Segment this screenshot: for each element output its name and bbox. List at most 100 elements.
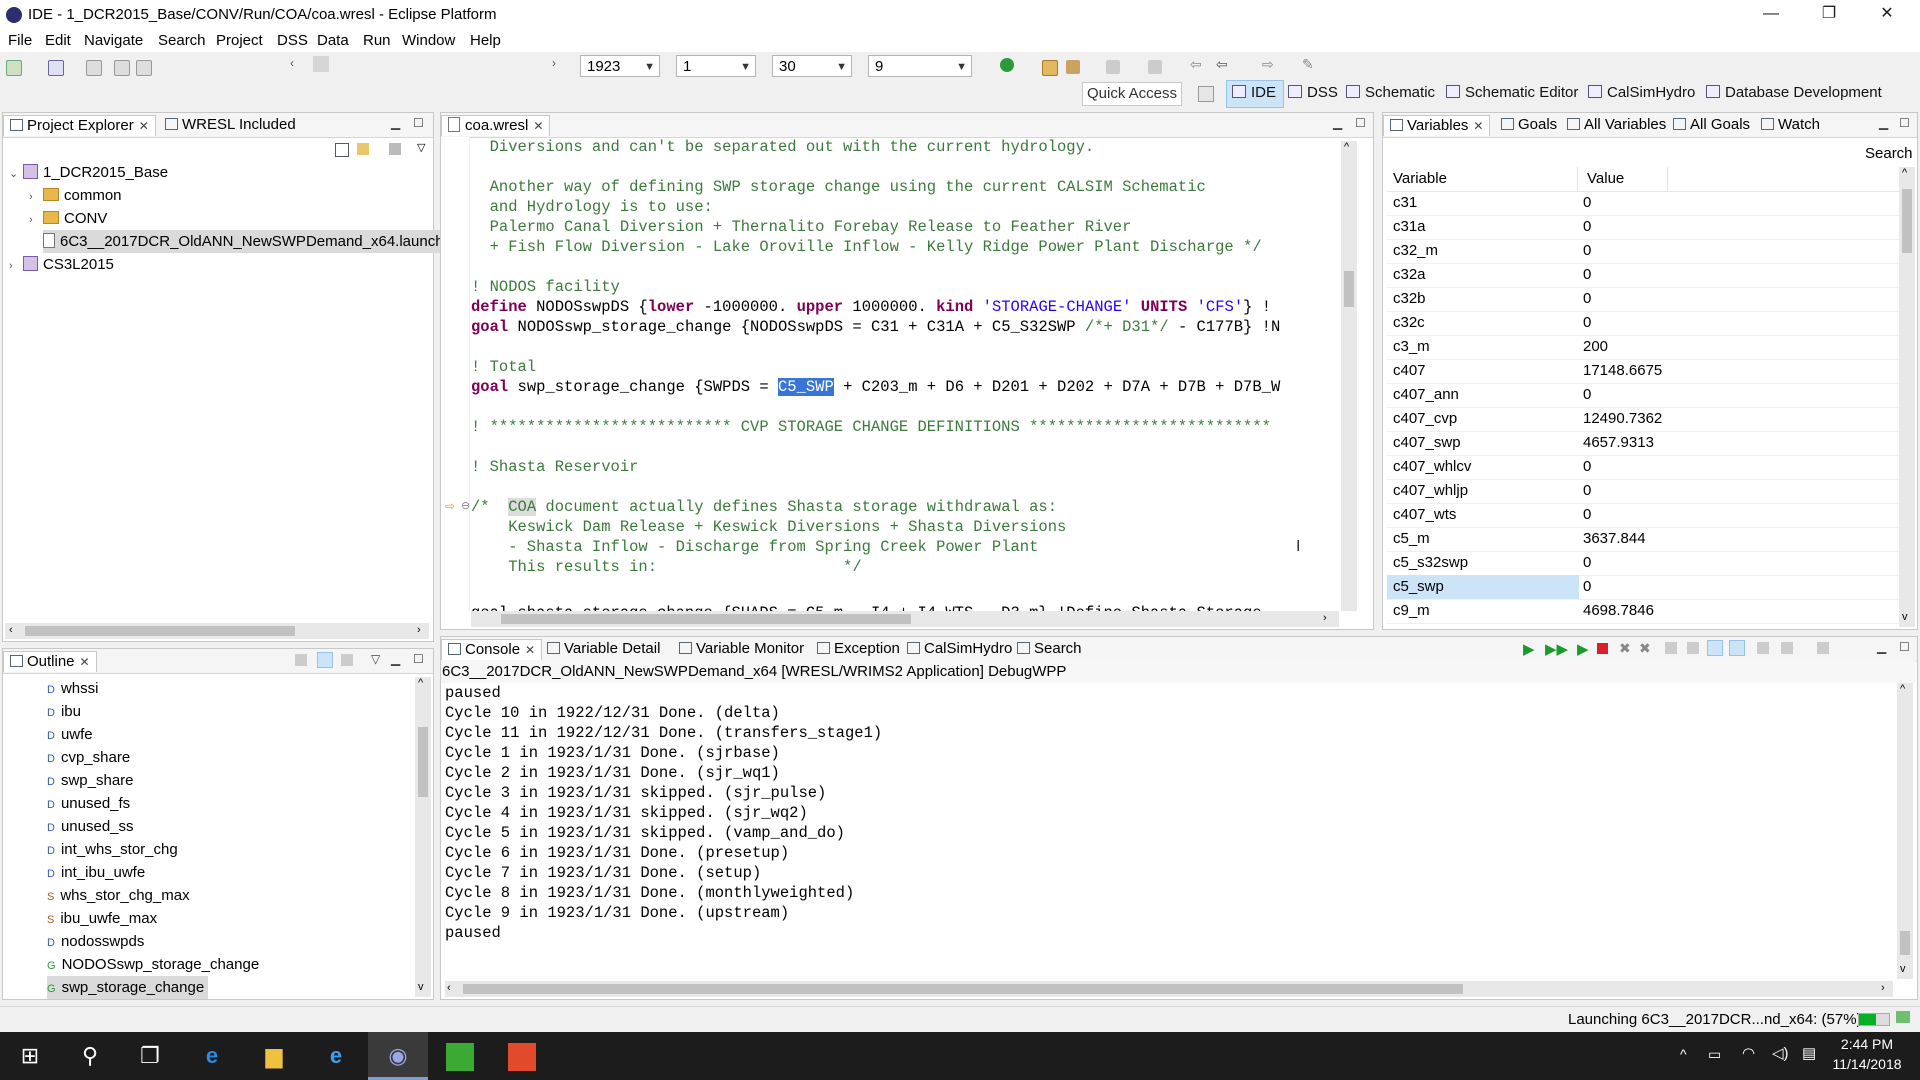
run-icon[interactable] (1000, 58, 1014, 72)
outline-item[interactable]: Dunused_fs (47, 792, 130, 815)
forward-icon[interactable]: ⇨ (1262, 56, 1274, 73)
close-icon[interactable]: ✕ (139, 119, 149, 133)
quick-access-input[interactable]: Quick Access (1082, 82, 1182, 106)
perspective-calsimhydro[interactable]: CalSimHydro (1588, 84, 1695, 101)
scroll-thumb[interactable] (463, 984, 1463, 994)
perspective-schematic-editor[interactable]: Schematic Editor (1446, 84, 1578, 101)
variable-row[interactable]: c31a 0 (1387, 215, 1907, 240)
toolbar-icon-a[interactable] (1106, 60, 1120, 74)
chevron-right-icon[interactable]: › (552, 56, 556, 70)
menu-window[interactable]: Window (402, 32, 455, 49)
tab-wresl-included[interactable]: WRESL Included (159, 115, 302, 135)
perspective-schematic[interactable]: Schematic (1346, 84, 1435, 101)
windows-start-icon[interactable]: ⊞ (0, 1032, 60, 1080)
new-icon[interactable] (6, 60, 22, 76)
outline-item[interactable]: Dwhssi (47, 677, 98, 700)
menu-search[interactable]: Search (158, 32, 206, 49)
tab-console[interactable]: Console ✕ (441, 639, 543, 660)
filter-icon[interactable] (389, 143, 401, 155)
variable-row[interactable]: c407_swp 4657.9313 (1387, 431, 1907, 456)
remove-launch-icon[interactable]: ✖ (1619, 640, 1631, 657)
chevron-left-icon[interactable]: ‹ (447, 982, 451, 994)
progress-view-icon[interactable] (1896, 1011, 1910, 1023)
file-explorer-icon[interactable]: ▆ (244, 1032, 304, 1080)
chevron-up-icon[interactable]: ^ (418, 677, 423, 689)
chevron-right-icon[interactable]: › (29, 186, 43, 209)
minimize-view-icon[interactable]: ▁ (391, 116, 400, 130)
variable-row[interactable]: c5_s32swp 0 (1387, 551, 1907, 576)
edge-browser-icon[interactable]: e (182, 1032, 242, 1080)
clear-console-icon[interactable] (1687, 642, 1699, 654)
variable-row[interactable]: c32b 0 (1387, 287, 1907, 312)
tree-item-1-dcr2015-base[interactable]: ⌄ 1_DCR2015_Base (9, 161, 168, 184)
variable-row[interactable]: c9_m 4698.7846 (1387, 599, 1907, 624)
close-icon[interactable]: ✕ (80, 655, 90, 669)
maximize-view-icon[interactable]: ☐ (1899, 640, 1910, 654)
scroll-lock-icon[interactable] (1665, 642, 1677, 654)
outline-item[interactable]: Dcvp_share (47, 746, 130, 769)
chevron-right-icon[interactable]: › (1323, 612, 1327, 624)
maximize-view-icon[interactable]: ☐ (1899, 116, 1910, 130)
chevron-down-icon[interactable]: v (1902, 611, 1908, 623)
close-icon[interactable]: ✕ (1473, 119, 1483, 133)
display-console-icon[interactable] (1781, 642, 1793, 654)
variable-row[interactable]: c31 0 (1387, 191, 1907, 216)
close-icon[interactable]: ✕ (533, 119, 543, 133)
col-variable[interactable]: Variable (1393, 168, 1447, 190)
variable-row[interactable]: c407_whlcv 0 (1387, 455, 1907, 480)
variable-row[interactable]: c407_cvp 12490.7362 (1387, 407, 1907, 432)
minimize-view-icon[interactable]: ▁ (1877, 640, 1886, 654)
tab-all-variables[interactable]: All Variables (1561, 115, 1672, 135)
year-combo[interactable]: 1923 ▼ (580, 55, 660, 77)
eclipse-taskbar-icon[interactable]: ◉ (368, 1032, 428, 1080)
perspective-ide[interactable]: IDE (1232, 84, 1276, 101)
chevron-right-icon[interactable]: › (29, 209, 43, 232)
outline-item[interactable]: Dswp_share (47, 769, 134, 792)
step-over-icon[interactable]: ▶▶ (1545, 640, 1568, 658)
console-vscrollbar[interactable]: ^ v (1897, 683, 1913, 979)
variable-row[interactable]: c407 17148.6675 (1387, 359, 1907, 384)
remove-all-icon[interactable]: ✖ (1639, 640, 1651, 657)
outline-item[interactable]: Dnodosswpds (47, 930, 144, 953)
outline-vscrollbar[interactable]: ^ v (415, 677, 431, 997)
explorer-hscrollbar[interactable]: ‹ › (5, 623, 429, 639)
terminate-icon[interactable] (1597, 643, 1608, 654)
minimize-view-icon[interactable]: ▁ (1879, 116, 1888, 130)
tool-icon[interactable] (1066, 60, 1080, 74)
variable-row[interactable]: c3_m 200 (1387, 335, 1907, 360)
collapse-all-icon[interactable] (335, 143, 349, 157)
chevron-down-icon[interactable]: v (418, 981, 424, 993)
volume-icon[interactable]: ◁) (1772, 1044, 1789, 1062)
chevron-down-icon[interactable]: ⌄ (9, 163, 23, 186)
tab-coa-wresl[interactable]: coa.wresl ✕ (441, 115, 551, 136)
tab-variable-detail[interactable]: Variable Detail (541, 639, 666, 659)
cycle-combo[interactable]: 9 ▼ (868, 55, 972, 77)
save-all-icon[interactable] (114, 60, 130, 76)
console-hscrollbar[interactable]: ‹ › (445, 981, 1893, 997)
chevron-right-icon[interactable]: › (9, 255, 23, 278)
alphabetical-icon[interactable] (341, 654, 353, 666)
variable-row[interactable]: c5_swp 0 (1387, 575, 1907, 600)
menu-run[interactable]: Run (363, 32, 391, 49)
battery-icon[interactable]: ▭ (1708, 1046, 1721, 1063)
scroll-thumb[interactable] (1900, 931, 1910, 955)
chevron-up-icon[interactable]: ^ (1900, 683, 1905, 695)
variable-row[interactable]: c32_m 0 (1387, 239, 1907, 264)
perspective-database-development[interactable]: Database Development (1706, 84, 1882, 101)
resume-icon[interactable]: ▶ (1523, 640, 1535, 658)
variable-row[interactable]: c32a 0 (1387, 263, 1907, 288)
outline-item[interactable]: Dunused_ss (47, 815, 134, 838)
progress-bar[interactable] (1858, 1013, 1890, 1026)
minimize-view-icon[interactable]: ▁ (1333, 116, 1342, 130)
show-on-error-icon[interactable] (1729, 640, 1745, 656)
chevron-right-icon[interactable]: › (417, 624, 421, 636)
col-value[interactable]: Value (1587, 168, 1624, 190)
menu-project[interactable]: Project (216, 32, 263, 49)
day-combo[interactable]: 30 ▼ (772, 55, 852, 77)
fold-icon[interactable]: ⊖ (461, 499, 470, 512)
show-hidden-icons[interactable]: ^ (1680, 1046, 1687, 1062)
close-button[interactable]: ✕ (1858, 0, 1916, 30)
tab-project-explorer[interactable]: Project Explorer ✕ (3, 115, 156, 136)
internet-explorer-icon[interactable]: e (306, 1032, 366, 1080)
close-icon[interactable]: ✕ (525, 643, 535, 657)
